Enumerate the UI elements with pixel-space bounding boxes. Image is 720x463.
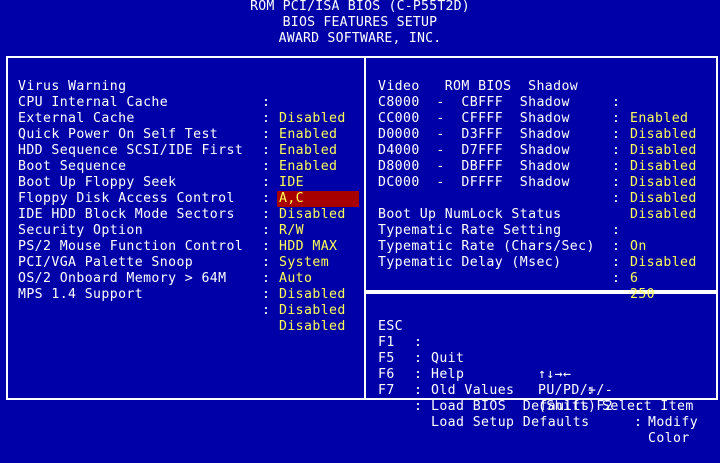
option-d0000-shadow[interactable]: D0000 - D3FFF Shadow : Disabled	[0, 111, 720, 174]
option-c8000-shadow[interactable]: C8000 - CBFFF Shadow : Disabled	[0, 79, 720, 142]
help-row-f5: F5 : Old Values (Shift)F2 : Color	[0, 335, 720, 446]
help-desc-old-values: Old Values	[431, 383, 515, 398]
help-desc-select: Select Item	[602, 399, 694, 414]
help-row-f7: F7 : Load Setup Defaults	[0, 367, 720, 430]
option-d8000-shadow[interactable]: D8000 - DBFFF Shadow : Disabled	[0, 143, 720, 206]
option-numlock[interactable]: Boot Up NumLock Status : On	[0, 191, 720, 254]
option-value[interactable]: Disabled	[630, 255, 697, 271]
option-value[interactable]: 250	[630, 287, 655, 303]
option-typematic-setting[interactable]: Typematic Rate Setting : Disabled	[0, 207, 720, 270]
option-label: DC000 - DFFFF Shadow	[378, 175, 570, 190]
option-label: Typematic Delay (Msec)	[378, 255, 562, 270]
option-value[interactable]: Disabled	[279, 287, 346, 303]
separator: :	[612, 271, 620, 286]
separator: :	[414, 383, 422, 398]
help-desc-load-setup-defaults: Load Setup Defaults	[431, 415, 590, 430]
help-key-pageupdown: PU/PD/+/-	[538, 383, 614, 398]
separator: :	[634, 415, 642, 430]
help-key-f7: F7	[378, 383, 395, 398]
help-desc-modify: Modify	[648, 415, 699, 430]
vendor-name: AWARD SOFTWARE, INC.	[278, 31, 442, 46]
option-dc000-shadow[interactable]: DC000 - DFFFF Shadow : Disabled	[0, 159, 720, 222]
help-row-esc: ESC : Quit ↑↓→← : Select Item	[0, 303, 720, 414]
option-cc000-shadow[interactable]: CC000 - CFFFF Shadow : Disabled	[0, 95, 720, 158]
option-typematic-delay[interactable]: Typematic Delay (Msec) : 250	[0, 239, 720, 302]
option-value[interactable]: Disabled	[630, 175, 697, 191]
screen-title: BIOS FEATURES SETUP	[282, 15, 438, 30]
option-video-shadow[interactable]: Video ROM BIOS Shadow : Enabled	[0, 63, 720, 126]
separator: :	[612, 175, 620, 190]
help-row-f6: F6 : Load BIOS Defaults	[0, 351, 720, 414]
option-d4000-shadow[interactable]: D4000 - D7FFF Shadow : Disabled	[0, 127, 720, 190]
separator: :	[414, 399, 422, 414]
option-value[interactable]: 6	[630, 271, 638, 287]
option-label: MPS 1.4 Support	[18, 287, 144, 302]
help-desc-load-bios-defaults: Load BIOS Defaults	[431, 399, 590, 414]
option-typematic-rate[interactable]: Typematic Rate (Chars/Sec) : 6	[0, 223, 720, 286]
separator: :	[634, 399, 642, 414]
separator: :	[262, 287, 270, 302]
separator: :	[612, 255, 620, 270]
help-row-f1: F1 : Help PU/PD/+/- : Modify	[0, 319, 720, 430]
bios-title: ROM PCI/ISA BIOS (C-P55T2D)	[250, 0, 470, 14]
help-desc-color: Color	[648, 431, 690, 446]
